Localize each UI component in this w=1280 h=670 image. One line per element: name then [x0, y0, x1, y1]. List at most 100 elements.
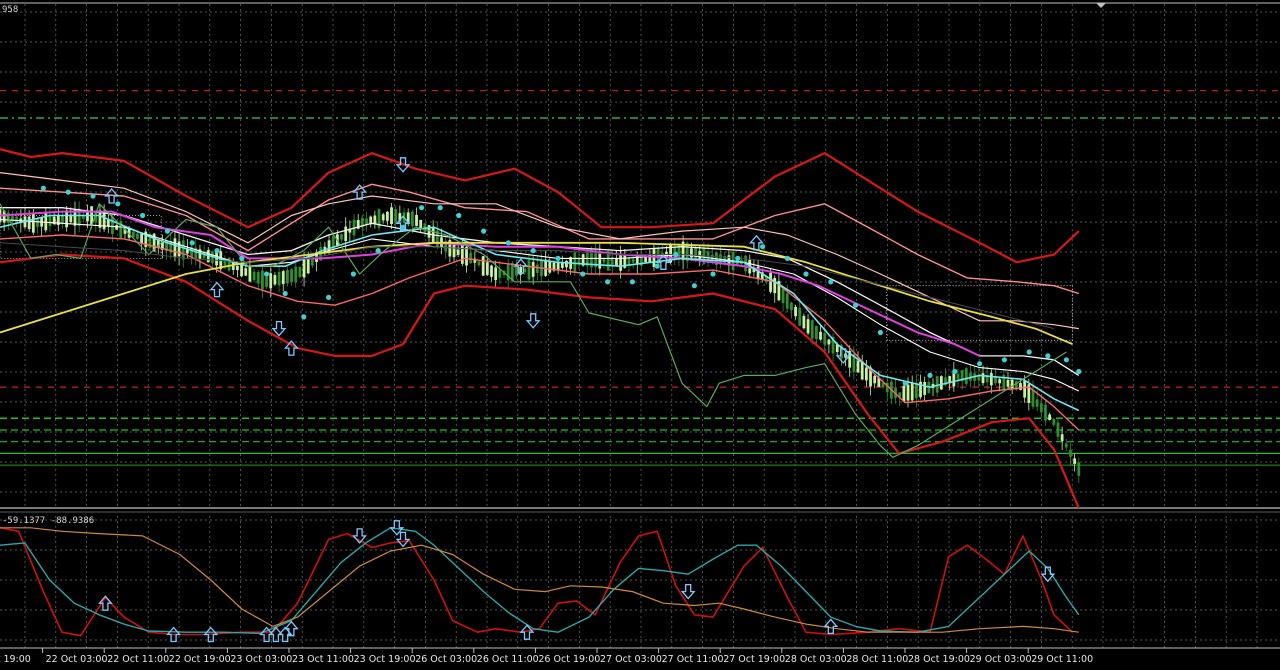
candle-body: [173, 238, 177, 258]
candle-body: [873, 375, 877, 384]
candle-body: [236, 265, 239, 271]
x-tick-label: 23 Oct 19:00: [354, 654, 416, 665]
candle-body: [902, 385, 906, 402]
candle-body: [373, 215, 377, 224]
candle-body: [864, 367, 868, 381]
candle-body: [390, 207, 393, 224]
candle-body: [1019, 383, 1022, 390]
sar-dot: [214, 248, 220, 254]
candle-body: [989, 373, 993, 386]
candle-body: [460, 244, 464, 264]
sar-dot: [1001, 357, 1008, 363]
candle-body: [1060, 434, 1064, 441]
candle-body: [785, 293, 789, 309]
candle-body: [106, 220, 110, 227]
sar-dot: [1045, 353, 1051, 359]
chart-canvas[interactable]: 958 -59.1377 -88.9386 Oct 19:00 22 Oct 03:0…: [0, 0, 1280, 670]
sar-dot: [115, 201, 121, 207]
x-tick-label: 22 Oct 11:00: [107, 654, 169, 665]
candle-body: [273, 275, 277, 285]
candle-body: [469, 253, 473, 264]
sar-dot: [828, 279, 834, 285]
candle-body: [31, 213, 35, 233]
candle-body: [181, 240, 185, 260]
x-tick-label: 29 Oct 11:00: [1031, 654, 1093, 665]
candle-body: [910, 382, 914, 401]
x-tick-label: 26 Oct 03:00: [415, 654, 477, 665]
candle-body: [456, 249, 460, 255]
candle-body: [1056, 422, 1060, 437]
candle-body: [573, 252, 577, 272]
candle-body: [810, 320, 814, 339]
candle-body: [481, 256, 485, 276]
candle-body: [906, 384, 910, 401]
candle-body: [619, 253, 623, 271]
candle-body: [265, 276, 268, 287]
trading-chart-window: 958 -59.1377 -88.9386 Oct 19:00 22 Oct 03:0…: [0, 0, 1280, 670]
candle-body: [240, 263, 243, 277]
candle-body: [248, 266, 252, 282]
sar-dot: [555, 255, 561, 261]
candle-body: [1077, 462, 1081, 476]
candle-body: [344, 226, 348, 241]
x-tick-label: 28 Oct 19:00: [908, 654, 970, 665]
candle-body: [269, 273, 273, 289]
sar-dot: [282, 290, 288, 297]
candle-body: [1039, 403, 1043, 413]
x-tick-label: 23 Oct 11:00: [292, 654, 354, 665]
candle-body: [490, 265, 493, 277]
sar-dot: [977, 361, 983, 367]
candle-body: [789, 302, 793, 311]
sar-dot: [654, 263, 660, 269]
sar-dot: [40, 185, 47, 191]
sar-dot: [530, 248, 536, 254]
candle-body: [1048, 414, 1052, 421]
candle-body: [794, 306, 797, 317]
candle-body: [956, 373, 960, 380]
candle-body: [1023, 380, 1027, 398]
candle-body: [627, 257, 631, 265]
candle-body: [1073, 458, 1077, 464]
candle-body: [381, 214, 385, 221]
sar-dot: [927, 372, 933, 378]
candle-body: [136, 233, 139, 239]
candle-body: [615, 258, 618, 266]
sar-dot: [735, 255, 741, 261]
candle-body: [769, 272, 772, 292]
candle-body: [565, 260, 568, 268]
candle-body: [294, 266, 298, 283]
sar-dot: [1063, 357, 1069, 363]
candle-body: [535, 264, 539, 274]
sar-dot: [1026, 349, 1032, 355]
sar-dot: [902, 380, 908, 386]
candle-body: [494, 267, 498, 281]
sar-dot: [456, 212, 462, 219]
candle-body: [1031, 389, 1035, 407]
sar-dot: [350, 271, 356, 277]
candle-body: [548, 261, 552, 273]
candle-body: [15, 216, 19, 223]
sar-dot: [877, 329, 884, 336]
candle-body: [65, 210, 69, 228]
candle-body: [498, 269, 502, 278]
candle-body: [819, 331, 822, 340]
sar-dot: [400, 224, 406, 230]
candle-body: [261, 270, 264, 290]
sar-dot: [803, 271, 809, 277]
sar-dot: [673, 251, 679, 258]
sar-dot: [375, 248, 381, 254]
x-tick-label: 23 Oct 03:00: [230, 654, 292, 665]
candle-body: [415, 214, 418, 226]
sar-dot: [326, 294, 332, 300]
candle-body: [515, 267, 518, 276]
x-tick-label: 22 Oct 19:00: [169, 654, 231, 665]
sar-dot: [239, 255, 245, 261]
sar-dot: [264, 271, 270, 277]
x-tick-label: 26 Oct 19:00: [538, 654, 600, 665]
candle-body: [1069, 449, 1072, 457]
candle-body: [802, 315, 806, 329]
x-tick-label: 26 Oct 11:00: [477, 654, 539, 665]
sar-dot: [784, 255, 791, 261]
candle-body: [102, 212, 106, 230]
candle-body: [44, 212, 48, 231]
